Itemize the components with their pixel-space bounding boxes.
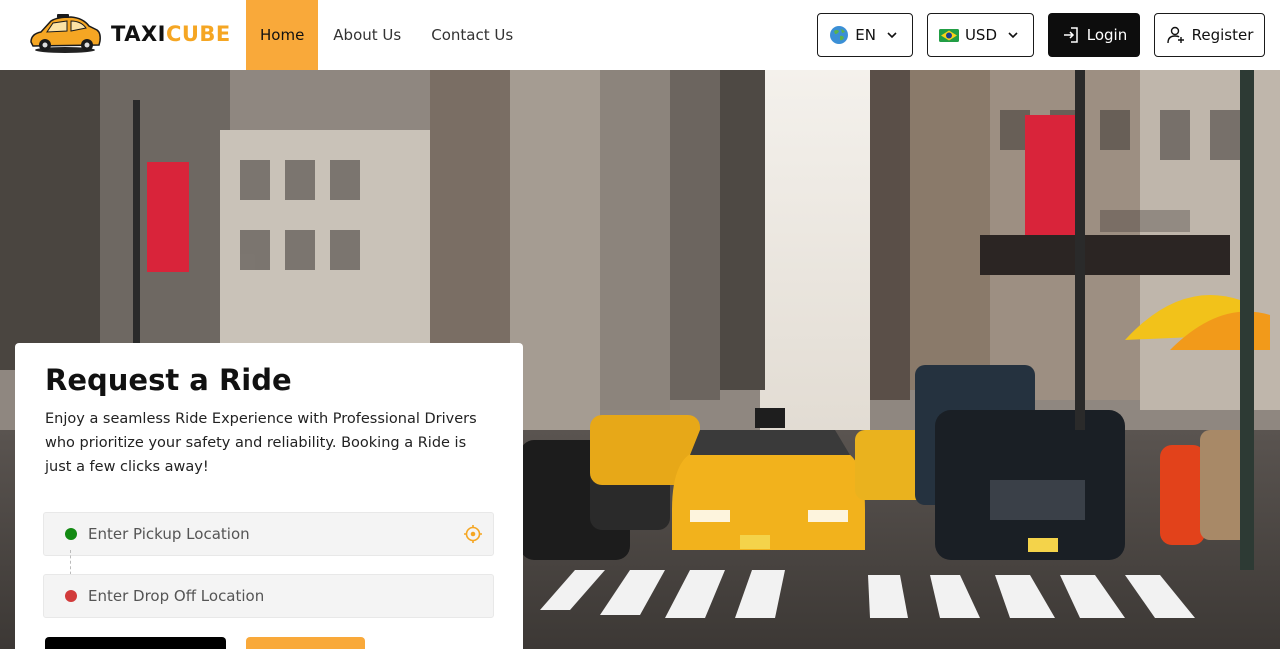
brand-logo[interactable]: TAXICUBE xyxy=(27,12,231,56)
pickup-dot-icon xyxy=(65,528,77,540)
register-label: Register xyxy=(1191,26,1254,44)
language-selector[interactable]: EN xyxy=(817,13,913,57)
dropoff-placeholder: Enter Drop Off Location xyxy=(88,587,265,605)
brazil-flag-icon xyxy=(938,29,959,42)
login-icon xyxy=(1063,27,1078,43)
brand-name-part1: TAXI xyxy=(111,22,166,46)
chevron-down-icon xyxy=(887,32,897,39)
pickup-placeholder: Enter Pickup Location xyxy=(88,525,250,543)
request-ride-description: Enjoy a seamless Ride Experience with Pr… xyxy=(45,411,477,475)
register-button[interactable]: Register xyxy=(1154,13,1265,57)
nav-contact-us[interactable]: Contact Us xyxy=(416,0,528,70)
currency-selector[interactable]: USD xyxy=(926,13,1034,57)
dropoff-location-input[interactable]: Enter Drop Off Location xyxy=(43,574,494,618)
login-label: Login xyxy=(1086,26,1128,44)
top-navbar: TAXICUBE Home About Us Contact Us EN USD xyxy=(0,0,1280,70)
language-value: EN xyxy=(855,26,876,44)
add-user-icon xyxy=(1166,26,1184,44)
nav-home[interactable]: Home xyxy=(246,0,319,70)
login-button[interactable]: Login xyxy=(1048,13,1140,57)
brand-name: TAXICUBE xyxy=(111,22,231,46)
taxi-car-icon xyxy=(30,14,101,53)
chevron-down-icon xyxy=(1008,32,1018,39)
hero-banner: Request a Ride Enjoy a seamless Ride Exp… xyxy=(0,70,1280,649)
nav-about-us[interactable]: About Us xyxy=(318,0,416,70)
currency-value: USD xyxy=(964,26,997,44)
secondary-action-button[interactable] xyxy=(246,637,365,649)
request-ride-title: Request a Ride xyxy=(45,363,292,397)
primary-action-button[interactable] xyxy=(45,637,226,649)
dropoff-dot-icon xyxy=(65,590,77,602)
crosshair-locate-icon[interactable] xyxy=(463,524,483,544)
pickup-location-input[interactable]: Enter Pickup Location xyxy=(43,512,494,556)
main-nav: Home About Us Contact Us xyxy=(246,0,528,70)
request-ride-card: Request a Ride Enjoy a seamless Ride Exp… xyxy=(15,343,523,649)
brand-name-part2: CUBE xyxy=(165,22,231,46)
header-controls: EN USD Login Register xyxy=(817,13,1265,57)
globe-flag-icon xyxy=(830,26,849,44)
